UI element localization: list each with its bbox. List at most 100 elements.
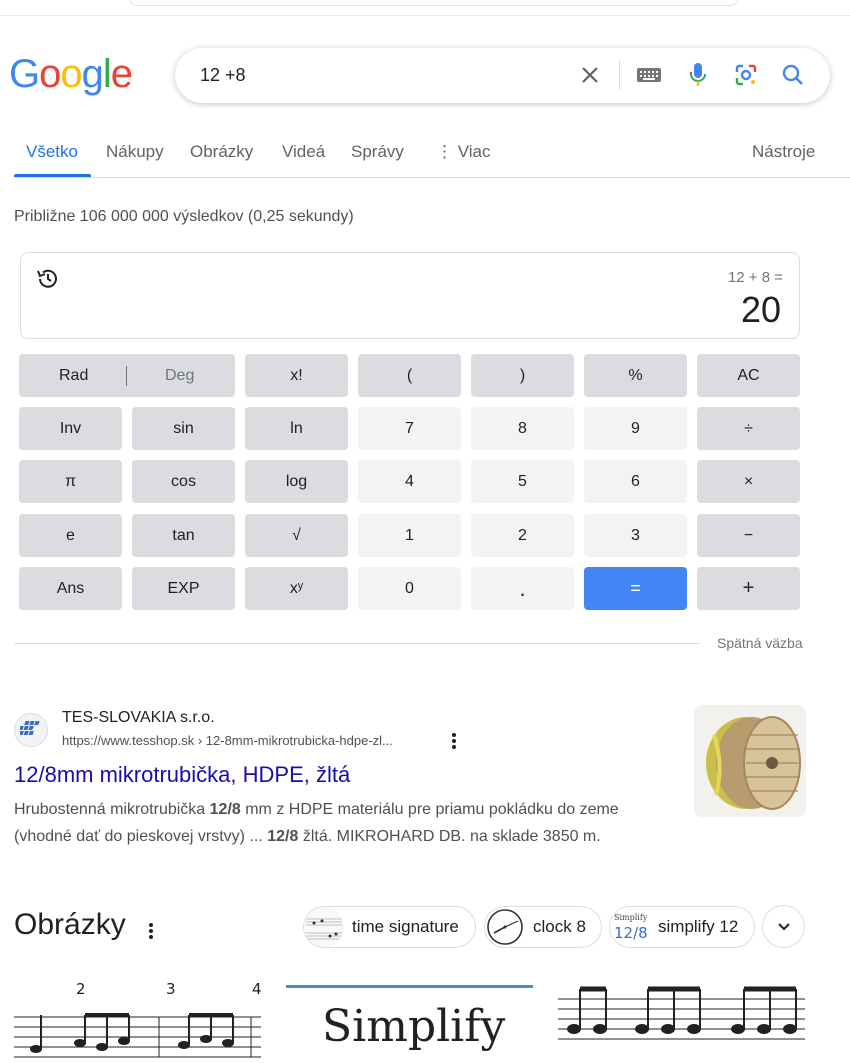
chip-label-time-signature: time signature (352, 917, 459, 936)
image-card-music-2[interactable] (558, 977, 805, 1063)
logo-letter-1: G (9, 52, 40, 96)
chip-label-clock-8: clock 8 (533, 917, 586, 936)
key-ans[interactable]: Ans (19, 567, 122, 610)
key-sqrt[interactable]: √ (245, 514, 348, 557)
search-input[interactable] (200, 62, 560, 88)
chip-simplify-12[interactable]: Simplify 12/8 simplify 12 (609, 906, 755, 948)
measure-number-2: 2 (76, 980, 86, 998)
result-title[interactable]: 12/8mm mikrotrubička, HDPE, žltá (14, 762, 350, 788)
key-4[interactable]: 4 (358, 460, 461, 503)
key-1[interactable]: 1 (358, 514, 461, 557)
rad-deg-toggle[interactable]: Rad Deg (19, 354, 235, 397)
search-divider (619, 60, 620, 90)
key-factorial[interactable]: x! (245, 354, 348, 397)
search-icon[interactable] (778, 60, 808, 90)
key-all-clear[interactable]: AC (697, 354, 800, 397)
measure-number-4: 4 (252, 980, 261, 998)
logo-letter-6: e (110, 52, 133, 96)
rad-label: Rad (59, 366, 89, 384)
tab-news[interactable]: Správy (351, 142, 404, 162)
more-dots-icon: ⋮ (436, 142, 458, 161)
chip-thumb-word: Simplify (614, 913, 648, 922)
chip-thumb-fraction: 12/8 (614, 924, 648, 942)
key-0[interactable]: 0 (358, 567, 461, 610)
result-url[interactable]: https://www.tesshop.sk › 12-8mm-mikrotru… (62, 733, 393, 748)
lens-icon[interactable] (731, 60, 761, 90)
result-menu-icon[interactable] (447, 731, 461, 751)
key-9[interactable]: 9 (584, 407, 687, 450)
chips-expand-button[interactable] (762, 905, 805, 948)
key-percent[interactable]: % (584, 354, 687, 397)
key-ln[interactable]: ln (245, 407, 348, 450)
chip-thumb-fraction-icon: Simplify 12/8 (610, 907, 650, 947)
tab-tools[interactable]: Nástroje (752, 142, 815, 162)
tab-shopping[interactable]: Nákupy (106, 142, 164, 162)
logo-letter-5: l (102, 52, 112, 96)
chevron-down-icon (777, 922, 790, 930)
mic-icon[interactable] (683, 60, 713, 90)
chip-clock-8[interactable]: clock 8 (484, 906, 602, 948)
chip-thumb-music-icon (304, 907, 344, 947)
chip-time-signature[interactable]: time signature (303, 906, 476, 948)
site-favicon[interactable] (14, 713, 48, 747)
key-close-paren[interactable]: ) (471, 354, 574, 397)
key-5[interactable]: 5 (471, 460, 574, 503)
key-2[interactable]: 2 (471, 514, 574, 557)
top-search-stub (128, 0, 740, 6)
logo-letter-3: o (60, 52, 82, 96)
key-pi[interactable]: π (19, 460, 122, 503)
key-multiply[interactable]: × (697, 460, 800, 503)
calculator-display: 12 + 8 = 20 (20, 252, 800, 339)
google-logo[interactable]: Google (9, 52, 133, 97)
key-sin[interactable]: sin (132, 407, 235, 450)
snippet-highlight-1: 12/8 (209, 801, 241, 818)
keyboard-icon[interactable] (634, 60, 664, 90)
key-plus[interactable]: + (697, 567, 800, 610)
snippet-highlight-2: 12/8 (267, 828, 299, 845)
tab-videos[interactable]: Videá (282, 142, 325, 162)
key-open-paren[interactable]: ( (358, 354, 461, 397)
key-tan[interactable]: tan (132, 514, 235, 557)
feedback-link[interactable]: Spätná väzba (717, 635, 803, 651)
key-7[interactable]: 7 (358, 407, 461, 450)
key-equals[interactable]: = (584, 567, 687, 610)
key-3[interactable]: 3 (584, 514, 687, 557)
search-box (175, 48, 830, 103)
image-card-music-1[interactable]: 2 3 4 (14, 977, 261, 1063)
tab-all[interactable]: Všetko (26, 142, 78, 162)
key-exp[interactable]: EXP (132, 567, 235, 610)
tab-more[interactable]: ⋮ Viac (436, 142, 491, 162)
image-card-simplify[interactable]: Simplify (286, 977, 533, 1063)
key-minus[interactable]: − (697, 514, 800, 557)
image-card-simplify-text: Simplify (322, 1001, 506, 1052)
key-inv[interactable]: Inv (19, 407, 122, 450)
snippet-part-1: Hrubostenná mikrotrubička (14, 801, 210, 818)
rad-deg-separator (126, 366, 127, 386)
close-icon[interactable] (575, 60, 605, 90)
images-heading: Obrázky (14, 908, 126, 941)
tab-images[interactable]: Obrázky (190, 142, 253, 162)
key-8[interactable]: 8 (471, 407, 574, 450)
key-decimal[interactable]: . (471, 567, 574, 610)
key-log[interactable]: log (245, 460, 348, 503)
result-stats: Približne 106 000 000 výsledkov (0,25 se… (14, 208, 354, 225)
result-thumbnail[interactable] (694, 705, 806, 817)
logo-letter-4: g (81, 52, 104, 96)
history-icon[interactable] (36, 267, 60, 291)
key-cos[interactable]: cos (132, 460, 235, 503)
key-e[interactable]: e (19, 514, 122, 557)
key-divide[interactable]: ÷ (697, 407, 800, 450)
calculator-result: 20 (740, 289, 781, 330)
feedback-divider (14, 643, 700, 644)
snippet-part-3: žltá. MIKROHARD DB. na sklade 3850 m. (298, 828, 601, 845)
key-6[interactable]: 6 (584, 460, 687, 503)
tabs-divider (14, 177, 850, 178)
key-power[interactable]: xʸ (245, 567, 348, 610)
deg-label: Deg (165, 366, 195, 384)
search-tabs: Všetko Nákupy Obrázky Videá Správy ⋮ Via… (0, 130, 850, 178)
result-snippet: Hrubostenná mikrotrubička 12/8 mm z HDPE… (14, 796, 674, 850)
result-site-name[interactable]: TES-SLOVAKIA s.r.o. (62, 709, 215, 727)
chip-label-simplify-12: simplify 12 (658, 917, 739, 936)
images-menu-icon[interactable] (144, 920, 158, 942)
logo-letter-2: o (39, 52, 61, 96)
